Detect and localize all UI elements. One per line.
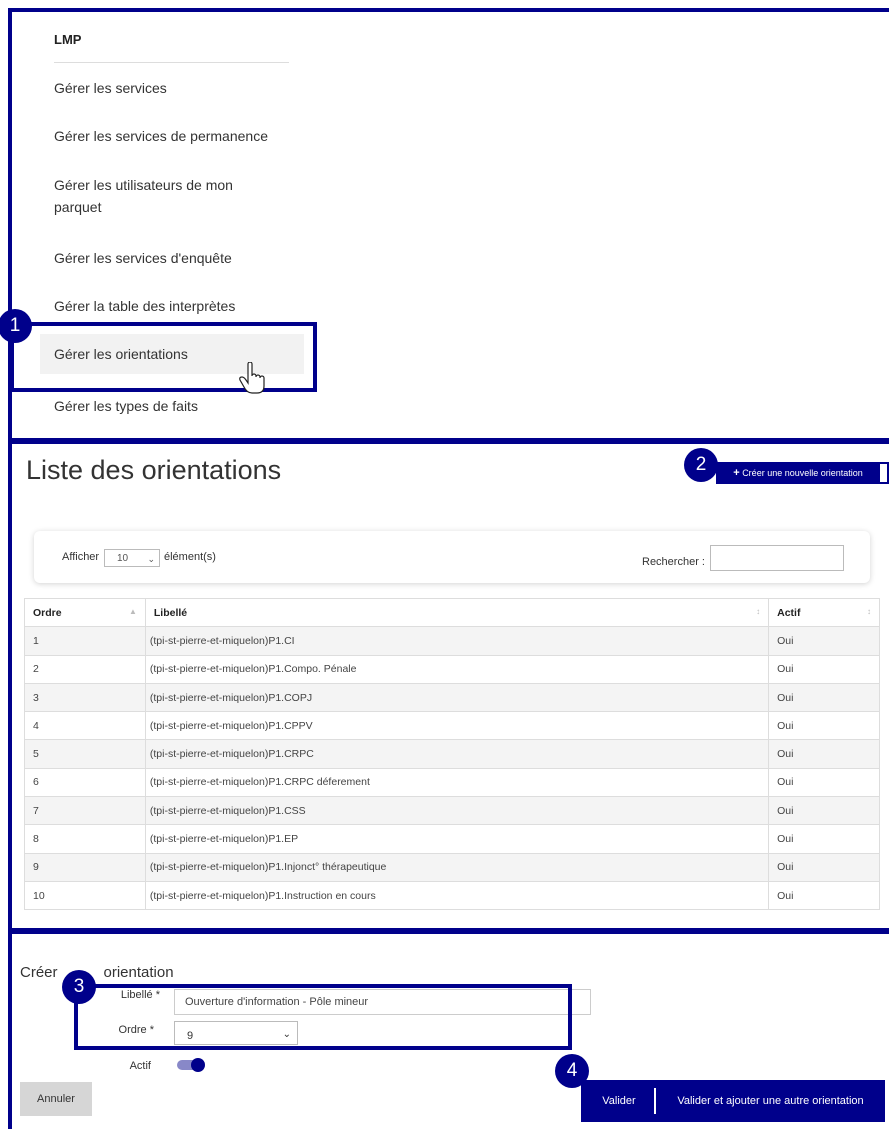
- table-row[interactable]: 6 (tpi-st-pierre-et-miquelon)P1.CRPC défe…: [24, 767, 880, 798]
- actif-toggle[interactable]: [177, 1058, 205, 1072]
- sort-icon: ↕: [756, 607, 761, 616]
- plus-icon: +: [733, 467, 740, 479]
- highlight-box-1: [10, 322, 317, 392]
- table-row[interactable]: 5 (tpi-st-pierre-et-miquelon)P1.CRPC Oui: [24, 739, 880, 769]
- table-row[interactable]: 3 (tpi-st-pierre-et-miquelon)P1.COPJ Oui: [24, 682, 880, 713]
- elements-label: élément(s): [164, 551, 216, 563]
- search-label: Rechercher :: [642, 556, 705, 568]
- validate-button[interactable]: Valider: [583, 1082, 655, 1120]
- cell-actif: Oui: [768, 739, 880, 769]
- cell-libelle: (tpi-st-pierre-et-miquelon)P1.Injonct° t…: [144, 852, 770, 882]
- cell-libelle: (tpi-st-pierre-et-miquelon)P1.EP: [144, 824, 770, 854]
- cell-libelle: (tpi-st-pierre-et-miquelon)P1.COPJ: [144, 682, 770, 713]
- cell-ordre: 7: [24, 796, 146, 826]
- orientations-table: Ordre ▲ Libellé ↕ Actif ↕ 1 (tpi-st-pierre-e…: [24, 597, 880, 911]
- create-orientation-button[interactable]: + Créer une nouvelle orientation: [716, 462, 880, 484]
- cell-actif: Oui: [768, 880, 880, 911]
- create-orientation-label: Créer une nouvelle orientation: [742, 468, 863, 478]
- table-row[interactable]: 10 (tpi-st-pierre-et-miquelon)P1.Instruct…: [24, 880, 880, 911]
- cell-libelle: (tpi-st-pierre-et-miquelon)P1.CI: [144, 626, 770, 656]
- page-length-value: 10: [117, 553, 129, 564]
- cancel-button[interactable]: Annuler: [20, 1082, 92, 1116]
- column-header-ordre[interactable]: Ordre ▲: [24, 597, 146, 628]
- cell-ordre: 10: [24, 880, 146, 911]
- cell-actif: Oui: [768, 682, 880, 713]
- sidebar-divider: [54, 62, 289, 63]
- table-row[interactable]: 4 (tpi-st-pierre-et-miquelon)P1.CPPV Oui: [24, 711, 880, 741]
- sort-icon: ↕: [867, 607, 871, 616]
- cell-libelle: (tpi-st-pierre-et-miquelon)P1.CRPC défer…: [144, 767, 770, 798]
- form-title-left: Créer: [20, 964, 58, 981]
- cell-ordre: 4: [24, 711, 146, 741]
- sort-icon: ▲: [128, 607, 137, 616]
- cell-ordre: 6: [24, 767, 146, 798]
- cell-libelle: (tpi-st-pierre-et-miquelon)P1.CRPC: [144, 739, 770, 769]
- page-title: Liste des orientations: [26, 455, 282, 485]
- cell-ordre: 3: [24, 682, 146, 713]
- cell-ordre: 8: [24, 824, 146, 854]
- sidebar-title: LMP: [54, 32, 82, 47]
- step-badge-3: 3: [62, 970, 96, 1004]
- cell-libelle: (tpi-st-pierre-et-miquelon)P1.Instructio…: [144, 880, 770, 911]
- cell-ordre: 9: [24, 852, 146, 882]
- cell-actif: Oui: [768, 852, 880, 882]
- sidebar-item-services[interactable]: Gérer les services: [54, 77, 167, 99]
- toggle-knob: [191, 1058, 205, 1072]
- search-input[interactable]: [710, 545, 844, 571]
- cell-actif: Oui: [768, 711, 880, 741]
- form-title: Créer orientation: [20, 964, 174, 981]
- cell-actif: Oui: [768, 796, 880, 826]
- column-header-actif[interactable]: Actif ↕: [768, 597, 880, 628]
- sidebar-item-services-permanence[interactable]: Gérer les services de permanence: [54, 125, 268, 147]
- table-row[interactable]: 1 (tpi-st-pierre-et-miquelon)P1.CI Oui: [24, 626, 880, 656]
- validate-and-add-button[interactable]: Valider et ajouter une autre orientation: [656, 1082, 885, 1120]
- column-header-label: Actif: [777, 606, 801, 619]
- sidebar-item-label: Gérer les utilisateurs de mon: [54, 177, 233, 193]
- validate-button-group: Valider Valider et ajouter une autre ori…: [581, 1080, 885, 1122]
- cell-actif: Oui: [768, 626, 880, 656]
- step-badge-2: 2: [684, 448, 718, 482]
- sidebar-item-types-faits[interactable]: Gérer les types de faits: [54, 395, 198, 417]
- sidebar-item-services-enquete[interactable]: Gérer les services d'enquête: [54, 247, 232, 269]
- cell-libelle: (tpi-st-pierre-et-miquelon)P1.CSS: [144, 796, 770, 826]
- table-toolbar: Afficher 10 ⌄ élément(s) Rechercher :: [34, 531, 870, 583]
- actif-label: Actif: [129, 1060, 151, 1072]
- page-length-select[interactable]: 10 ⌄: [104, 549, 160, 567]
- column-header-label: Libellé: [153, 606, 188, 619]
- form-title-right: orientation: [103, 964, 174, 981]
- highlight-box-3: [74, 984, 572, 1050]
- sidebar-item-interpretes[interactable]: Gérer la table des interprètes: [54, 295, 235, 317]
- sidebar-item-label-line2: parquet: [54, 199, 102, 215]
- cell-ordre: 5: [24, 739, 146, 769]
- cell-libelle: (tpi-st-pierre-et-miquelon)P1.Compo. Pén…: [144, 654, 770, 684]
- column-header-libelle[interactable]: Libellé ↕: [144, 597, 770, 628]
- cell-ordre: 1: [24, 626, 146, 656]
- table-row[interactable]: 9 (tpi-st-pierre-et-miquelon)P1.Injonct° …: [24, 852, 880, 882]
- cell-libelle: (tpi-st-pierre-et-miquelon)P1.CPPV: [144, 711, 770, 741]
- column-header-label: Ordre: [33, 606, 62, 619]
- hand-cursor-icon: [239, 362, 265, 394]
- cell-actif: Oui: [768, 824, 880, 854]
- table-row[interactable]: 2 (tpi-st-pierre-et-miquelon)P1.Compo. Pé…: [24, 654, 880, 684]
- table-row[interactable]: 8 (tpi-st-pierre-et-miquelon)P1.EP Oui: [24, 824, 880, 854]
- step-badge-4: 4: [555, 1054, 589, 1088]
- cell-actif: Oui: [768, 767, 880, 798]
- chevron-down-icon: ⌄: [147, 554, 155, 564]
- table-row[interactable]: 7 (tpi-st-pierre-et-miquelon)P1.CSS Oui: [24, 796, 880, 826]
- edge-box: [878, 462, 889, 484]
- cell-actif: Oui: [768, 654, 880, 684]
- afficher-label: Afficher: [62, 551, 100, 563]
- sidebar-item-utilisateurs[interactable]: Gérer les utilisateurs de mon parquet: [54, 174, 233, 218]
- cell-ordre: 2: [24, 654, 146, 684]
